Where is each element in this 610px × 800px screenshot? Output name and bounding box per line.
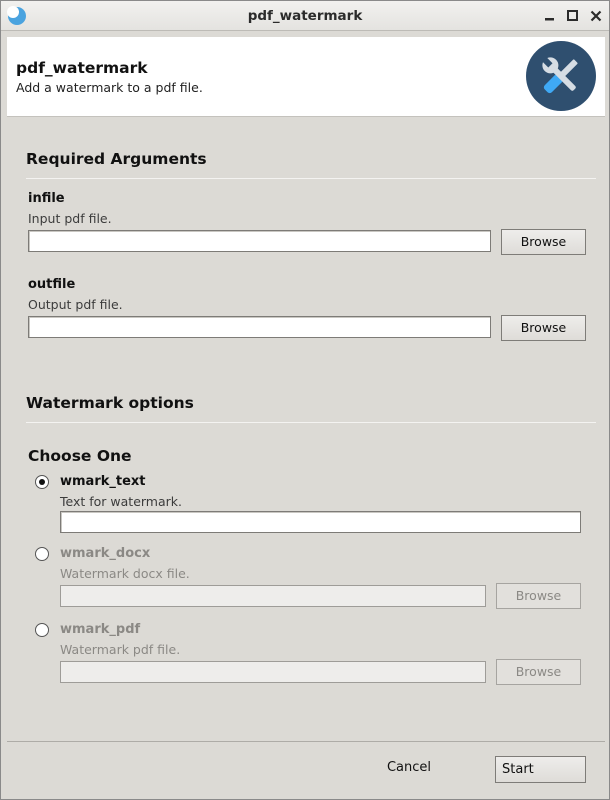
infile-label: infile xyxy=(28,191,65,206)
tools-icon xyxy=(526,41,596,111)
program-name: pdf_watermark xyxy=(16,59,148,77)
wmark-text-label: wmark_text xyxy=(60,474,146,489)
outfile-label: outfile xyxy=(28,277,76,292)
app-window: pdf_watermark pdf_watermark Add a waterm… xyxy=(0,0,610,800)
wmark-docx-label: wmark_docx xyxy=(60,546,151,561)
wmark-pdf-input[interactable] xyxy=(60,661,486,683)
section-divider xyxy=(26,178,596,179)
watermark-options-title: Watermark options xyxy=(26,394,194,412)
wmark-pdf-radio[interactable] xyxy=(35,623,49,637)
wmark-pdf-browse-button[interactable]: Browse xyxy=(496,659,581,685)
form-content: Required Arguments infile Input pdf file… xyxy=(7,118,605,741)
close-icon[interactable] xyxy=(587,7,605,25)
program-header: pdf_watermark Add a watermark to a pdf f… xyxy=(7,37,605,117)
wmark-text-input[interactable] xyxy=(60,511,581,533)
wmark-text-help: Text for watermark. xyxy=(60,494,182,509)
outfile-help: Output pdf file. xyxy=(28,297,123,312)
cancel-button[interactable]: Cancel xyxy=(375,755,443,781)
wmark-pdf-help: Watermark pdf file. xyxy=(60,642,181,657)
title-bar[interactable]: pdf_watermark xyxy=(1,1,609,31)
maximize-icon[interactable] xyxy=(564,7,582,25)
infile-browse-button[interactable]: Browse xyxy=(501,229,586,255)
wmark-docx-input[interactable] xyxy=(60,585,486,607)
infile-input[interactable] xyxy=(28,230,491,252)
outfile-browse-button[interactable]: Browse xyxy=(501,315,586,341)
program-description: Add a watermark to a pdf file. xyxy=(16,80,203,95)
start-button[interactable]: Start xyxy=(495,756,586,783)
wmark-text-radio[interactable] xyxy=(35,475,49,489)
infile-help: Input pdf file. xyxy=(28,211,112,226)
wmark-pdf-label: wmark_pdf xyxy=(60,622,141,637)
wmark-docx-help: Watermark docx file. xyxy=(60,566,190,581)
section-divider xyxy=(26,422,596,423)
wmark-docx-radio[interactable] xyxy=(35,547,49,561)
choose-one-title: Choose One xyxy=(28,447,132,465)
wmark-docx-browse-button[interactable]: Browse xyxy=(496,583,581,609)
required-arguments-title: Required Arguments xyxy=(26,150,207,168)
footer-bar: Cancel Start xyxy=(7,741,605,797)
window-title: pdf_watermark xyxy=(247,8,363,24)
outfile-input[interactable] xyxy=(28,316,491,338)
minimize-icon[interactable] xyxy=(541,7,559,25)
